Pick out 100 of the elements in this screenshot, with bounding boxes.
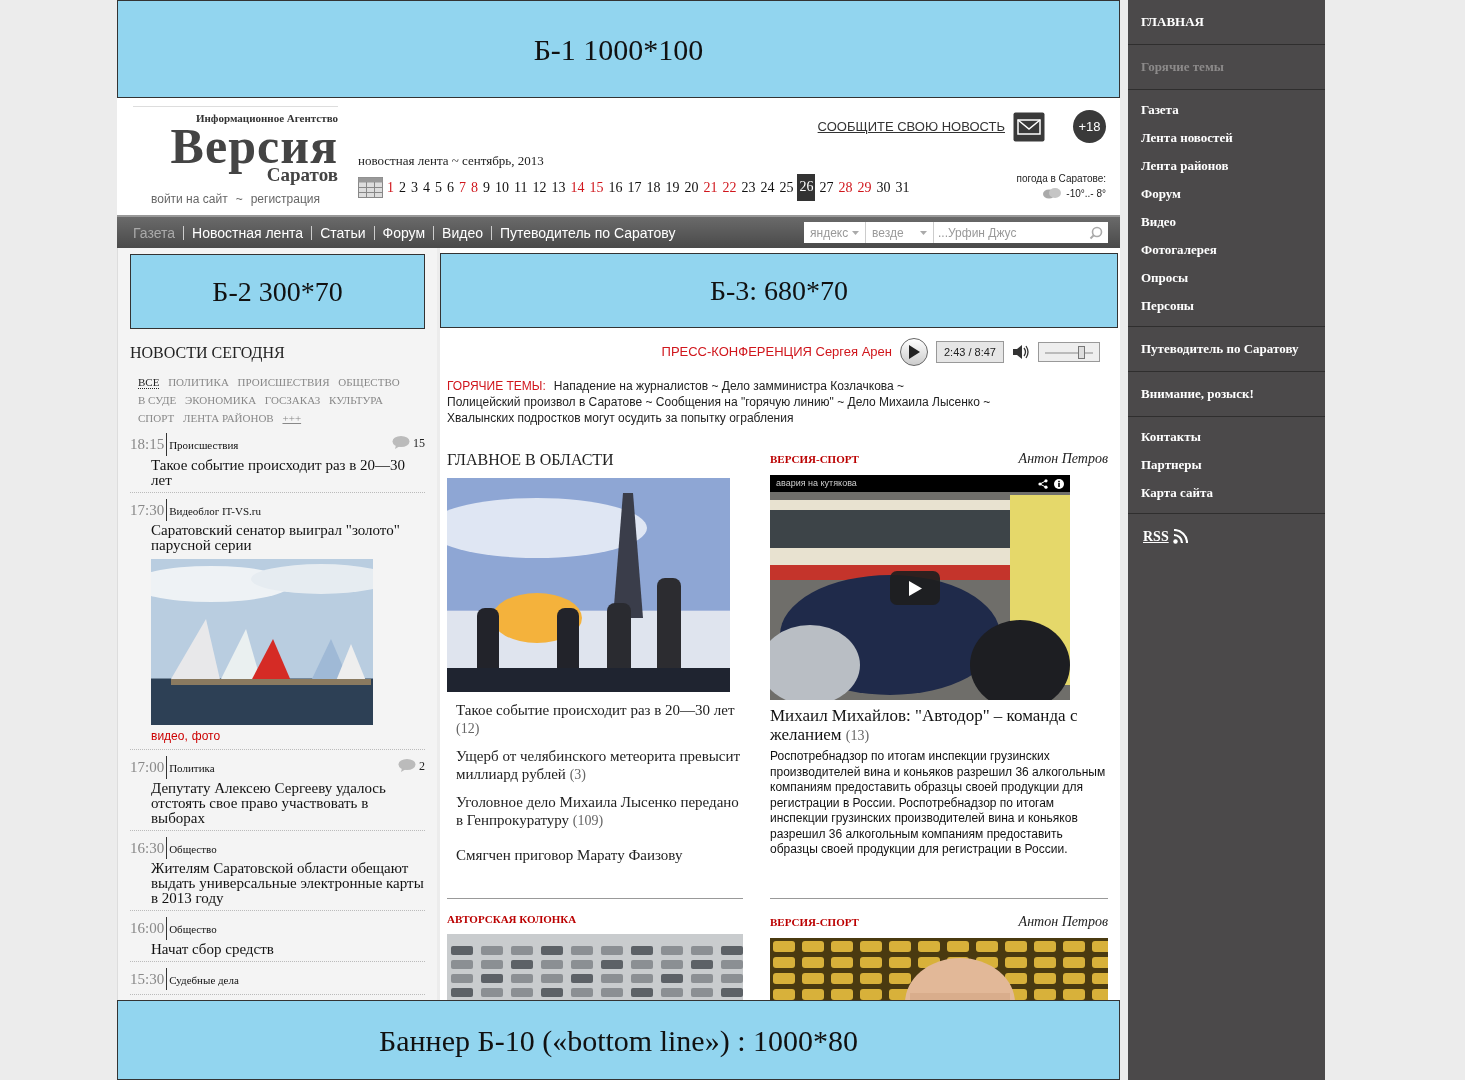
sidebar-link[interactable]: Карта сайта	[1141, 479, 1312, 507]
news-headline[interactable]: Ущерб от челябинского метеорита превысит миллиард рублей (3)	[447, 747, 743, 784]
category-filter[interactable]: ВСЕ	[138, 376, 160, 389]
nav-link[interactable]: Путеводитель по Саратову	[490, 225, 684, 240]
calendar-day[interactable]: 14	[569, 175, 586, 199]
calendar-icon[interactable]	[358, 176, 383, 198]
nav-link[interactable]: Новостная лента	[183, 225, 312, 240]
topic-link[interactable]: Нападение на журналистов	[553, 379, 709, 393]
sidebar-link[interactable]: ГЛАВНАЯ	[1141, 13, 1312, 31]
calendar-day[interactable]: 18	[645, 175, 662, 199]
author-name: Антон Петров	[1018, 450, 1108, 468]
calendar-day[interactable]: 12	[531, 175, 548, 199]
more-link[interactable]: +++	[282, 412, 302, 424]
calendar-day[interactable]: 30	[875, 175, 892, 199]
calendar-day[interactable]: 4	[422, 175, 431, 199]
topic-link[interactable]: Сообщения на "горячую линию"	[655, 395, 834, 409]
play-button[interactable]	[900, 338, 928, 366]
calendar-day[interactable]: 8	[470, 175, 479, 199]
news-headline[interactable]: Такое событие происходит раз в 20—30 лет (12)	[447, 701, 743, 738]
calendar-day[interactable]: 5	[434, 175, 443, 199]
section-title: НОВОСТИ СЕГОДНЯ	[130, 343, 286, 364]
news-time: 17:30	[130, 498, 168, 521]
news-category: Происшествия	[169, 438, 239, 453]
calendar-day[interactable]: 24	[759, 175, 776, 199]
topic-link[interactable]: Дело Михаила Лысенко	[847, 395, 980, 409]
media-link[interactable]: фото	[191, 729, 221, 743]
news-headline[interactable]: Саратовский сенатор выиграл "золото" парусной серии	[130, 523, 425, 553]
rss-link[interactable]: RSS	[1143, 526, 1169, 547]
article-summary: Роспотребнадзор по итогам инспекции грузинских производителей вина и коньяков разрешил 36 алкогольным компаниям предоставить образцы своей продукции для регистрации в России. Роспотребнадзор по итогам инспекции грузинских производителей вина и коньяков разрешил 36 алкогольным компаниям предоставить образцы своей продукции для регистрации в России.	[770, 749, 1107, 858]
news-headline[interactable]: Депутату Алексею Сергееву удалось отстоять свое право участвовать в выборах	[130, 780, 425, 826]
calendar-day[interactable]: 11	[513, 175, 529, 199]
calendar-day[interactable]: 27	[818, 175, 835, 199]
play-icon	[908, 345, 920, 359]
calendar-day[interactable]: 21	[702, 175, 719, 199]
sidebar-link[interactable]: Фотогалерея	[1141, 236, 1312, 264]
login-link[interactable]: войти на сайт	[150, 192, 228, 206]
weather-label: погода в Саратове:	[1016, 171, 1106, 186]
volume-slider[interactable]	[1038, 342, 1100, 362]
envelope-icon	[1013, 111, 1045, 142]
video-title: авария на кутякова	[776, 476, 857, 490]
sidebar-link[interactable]: Внимание, розыск!	[1141, 385, 1312, 403]
comment-icon	[392, 436, 410, 449]
report-news-link[interactable]: СООБЩИТЕ СВОЮ НОВОСТЬ	[817, 116, 1005, 137]
calendar-day[interactable]: 9	[482, 175, 491, 199]
calendar-day[interactable]: 6	[446, 175, 455, 199]
sidebar-link[interactable]: Контакты	[1141, 423, 1312, 451]
speaker-icon[interactable]	[1012, 344, 1030, 360]
calendar-day[interactable]: 2	[398, 175, 407, 199]
news-time: 15:30	[130, 967, 168, 990]
sidebar-link[interactable]: Персоны	[1141, 292, 1312, 320]
slider-thumb[interactable]	[1078, 346, 1085, 359]
nav-link[interactable]: Видео	[433, 225, 491, 240]
calendar-day[interactable]: 10	[494, 175, 510, 199]
calendar-day[interactable]: 1	[386, 175, 395, 199]
topic-link[interactable]: Дело замминистра Козлачкова	[721, 379, 894, 393]
calendar-day[interactable]: 16	[607, 175, 624, 199]
video-play-button[interactable]	[890, 571, 940, 605]
calendar-day[interactable]: 19	[664, 175, 681, 199]
calendar-day[interactable]: 15	[588, 175, 605, 199]
sidebar-link[interactable]: Газета	[1141, 96, 1312, 124]
sidebar-link[interactable]: Лента новостей	[1141, 124, 1312, 152]
calendar-day[interactable]: 22	[721, 175, 738, 199]
mail-button[interactable]	[1013, 111, 1045, 142]
info-icon[interactable]	[1054, 478, 1064, 489]
calendar-day[interactable]: 3	[410, 175, 419, 199]
nav-link[interactable]: Статьи	[311, 225, 374, 240]
calendar-day[interactable]: 20	[683, 175, 700, 199]
sidebar-link[interactable]: Лента районов	[1141, 152, 1312, 180]
nav-link[interactable]: Форум	[373, 225, 434, 240]
sidebar-link[interactable]: Путеводитель по Саратову	[1141, 340, 1312, 358]
sidebar-link[interactable]: Видео	[1141, 208, 1312, 236]
calendar-day[interactable]: 25	[778, 175, 795, 199]
calendar-day[interactable]: 17	[626, 175, 643, 199]
sidebar-link[interactable]: Форум	[1141, 180, 1312, 208]
feed-title: новостная лента ~ сентябрь, 2013	[358, 152, 545, 170]
news-headline[interactable]: Уголовное дело Михаила Лысенко передано в Генпрокуратуру (109)	[447, 793, 743, 830]
news-headline[interactable]: Смягчен приговор Марату Фаизову	[447, 846, 743, 864]
calendar-day[interactable]: 29	[856, 175, 873, 199]
news-headline[interactable]: Жителям Саратовской области обещают выдать универсальные электронные карты в 2013 году	[130, 861, 425, 906]
share-icon[interactable]	[1038, 478, 1048, 489]
cloud-icon	[1042, 187, 1063, 199]
register-link[interactable]: регистрация	[250, 192, 320, 206]
sidebar-link[interactable]: Партнеры	[1141, 451, 1312, 479]
calendar-day[interactable]: 31	[894, 175, 911, 199]
comment-count: 15	[413, 434, 425, 452]
search-field[interactable]: ...Урфин Джус	[934, 222, 1108, 243]
calendar-day[interactable]: 23	[740, 175, 757, 199]
calendar-day[interactable]: 7	[458, 175, 467, 199]
news-category: Политика	[169, 761, 215, 776]
calendar-day[interactable]: 13	[550, 175, 567, 199]
topic-link[interactable]: Полицейский произвол в Саратове	[447, 395, 643, 409]
news-headline[interactable]: Михаил Михайлов: "Автодор" – команда с желанием (13)	[770, 706, 1108, 745]
sidebar-link[interactable]: Опросы	[1141, 264, 1312, 292]
topic-link[interactable]: Хвалынских подростков могут осудить за попытку ограбления	[447, 411, 794, 425]
banner-label: Б-1 1000*100	[533, 31, 704, 68]
author-name: Антон Петров	[1018, 913, 1108, 931]
news-headline[interactable]: Такое событие происходит раз в 20—30 лет	[130, 457, 425, 488]
calendar-day[interactable]: 28	[837, 175, 854, 199]
news-headline[interactable]: Начат сбор средств	[130, 941, 425, 957]
calendar-day[interactable]: 26	[797, 173, 816, 201]
